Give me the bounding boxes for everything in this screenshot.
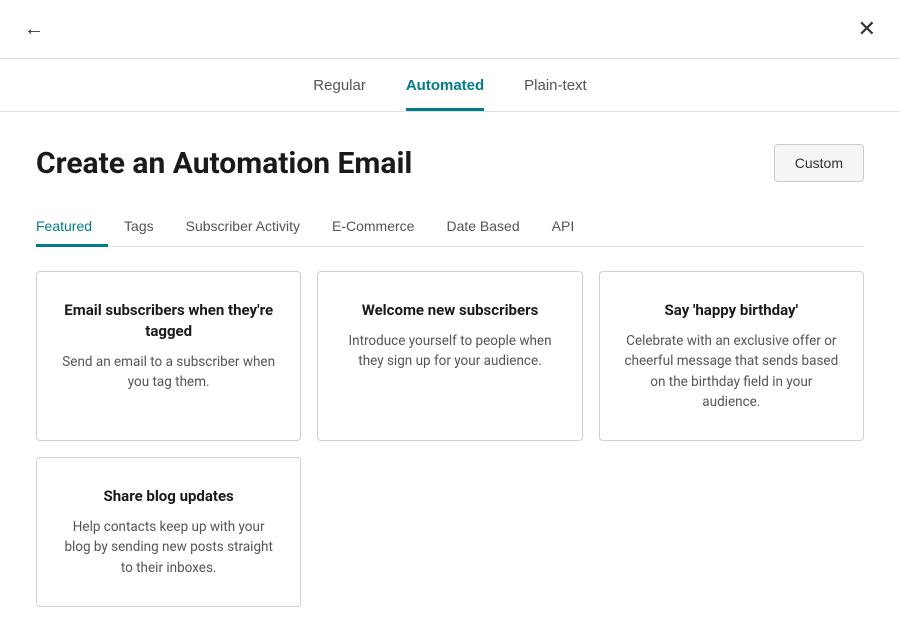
card-welcome-desc: Introduce yourself to people when they s…	[342, 331, 557, 372]
header-row: Create an Automation Email Custom	[36, 144, 864, 182]
cat-tab-tags[interactable]: Tags	[108, 210, 170, 247]
card-tagged[interactable]: Email subscribers when they're tagged Se…	[36, 271, 301, 441]
card-welcome[interactable]: Welcome new subscribers Introduce yourse…	[317, 271, 582, 441]
main-content: Create an Automation Email Custom Featur…	[0, 112, 900, 631]
cat-tab-subscriber-activity[interactable]: Subscriber Activity	[170, 210, 316, 247]
type-tabs-container: Regular Automated Plain-text	[0, 59, 900, 111]
cat-tab-featured[interactable]: Featured	[36, 210, 108, 247]
category-tabs: Featured Tags Subscriber Activity E-Comm…	[36, 210, 864, 247]
cat-tab-api[interactable]: API	[536, 210, 591, 247]
card-birthday-title: Say 'happy birthday'	[624, 300, 839, 321]
card-tagged-desc: Send an email to a subscriber when you t…	[61, 352, 276, 393]
page-title: Create an Automation Email	[36, 146, 412, 181]
card-blog-title: Share blog updates	[61, 486, 276, 507]
cat-tab-date-based[interactable]: Date Based	[430, 210, 535, 247]
back-button[interactable]: ←	[24, 19, 44, 39]
tab-plain-text[interactable]: Plain-text	[524, 77, 587, 111]
card-blog-desc: Help contacts keep up with your blog by …	[61, 517, 276, 578]
card-birthday[interactable]: Say 'happy birthday' Celebrate with an e…	[599, 271, 864, 441]
cat-tab-ecommerce[interactable]: E-Commerce	[316, 210, 430, 247]
card-blog[interactable]: Share blog updates Help contacts keep up…	[36, 457, 301, 607]
tab-regular[interactable]: Regular	[313, 77, 366, 111]
tab-automated[interactable]: Automated	[406, 77, 484, 111]
cards-row-1: Email subscribers when they're tagged Se…	[36, 271, 864, 441]
close-button[interactable]: ✕	[858, 18, 876, 40]
card-tagged-title: Email subscribers when they're tagged	[61, 300, 276, 342]
cards-row-2: Share blog updates Help contacts keep up…	[36, 457, 864, 607]
custom-button[interactable]: Custom	[774, 144, 864, 182]
card-welcome-title: Welcome new subscribers	[342, 300, 557, 321]
card-birthday-desc: Celebrate with an exclusive offer or che…	[624, 331, 839, 412]
top-bar: ← ✕	[0, 0, 900, 59]
